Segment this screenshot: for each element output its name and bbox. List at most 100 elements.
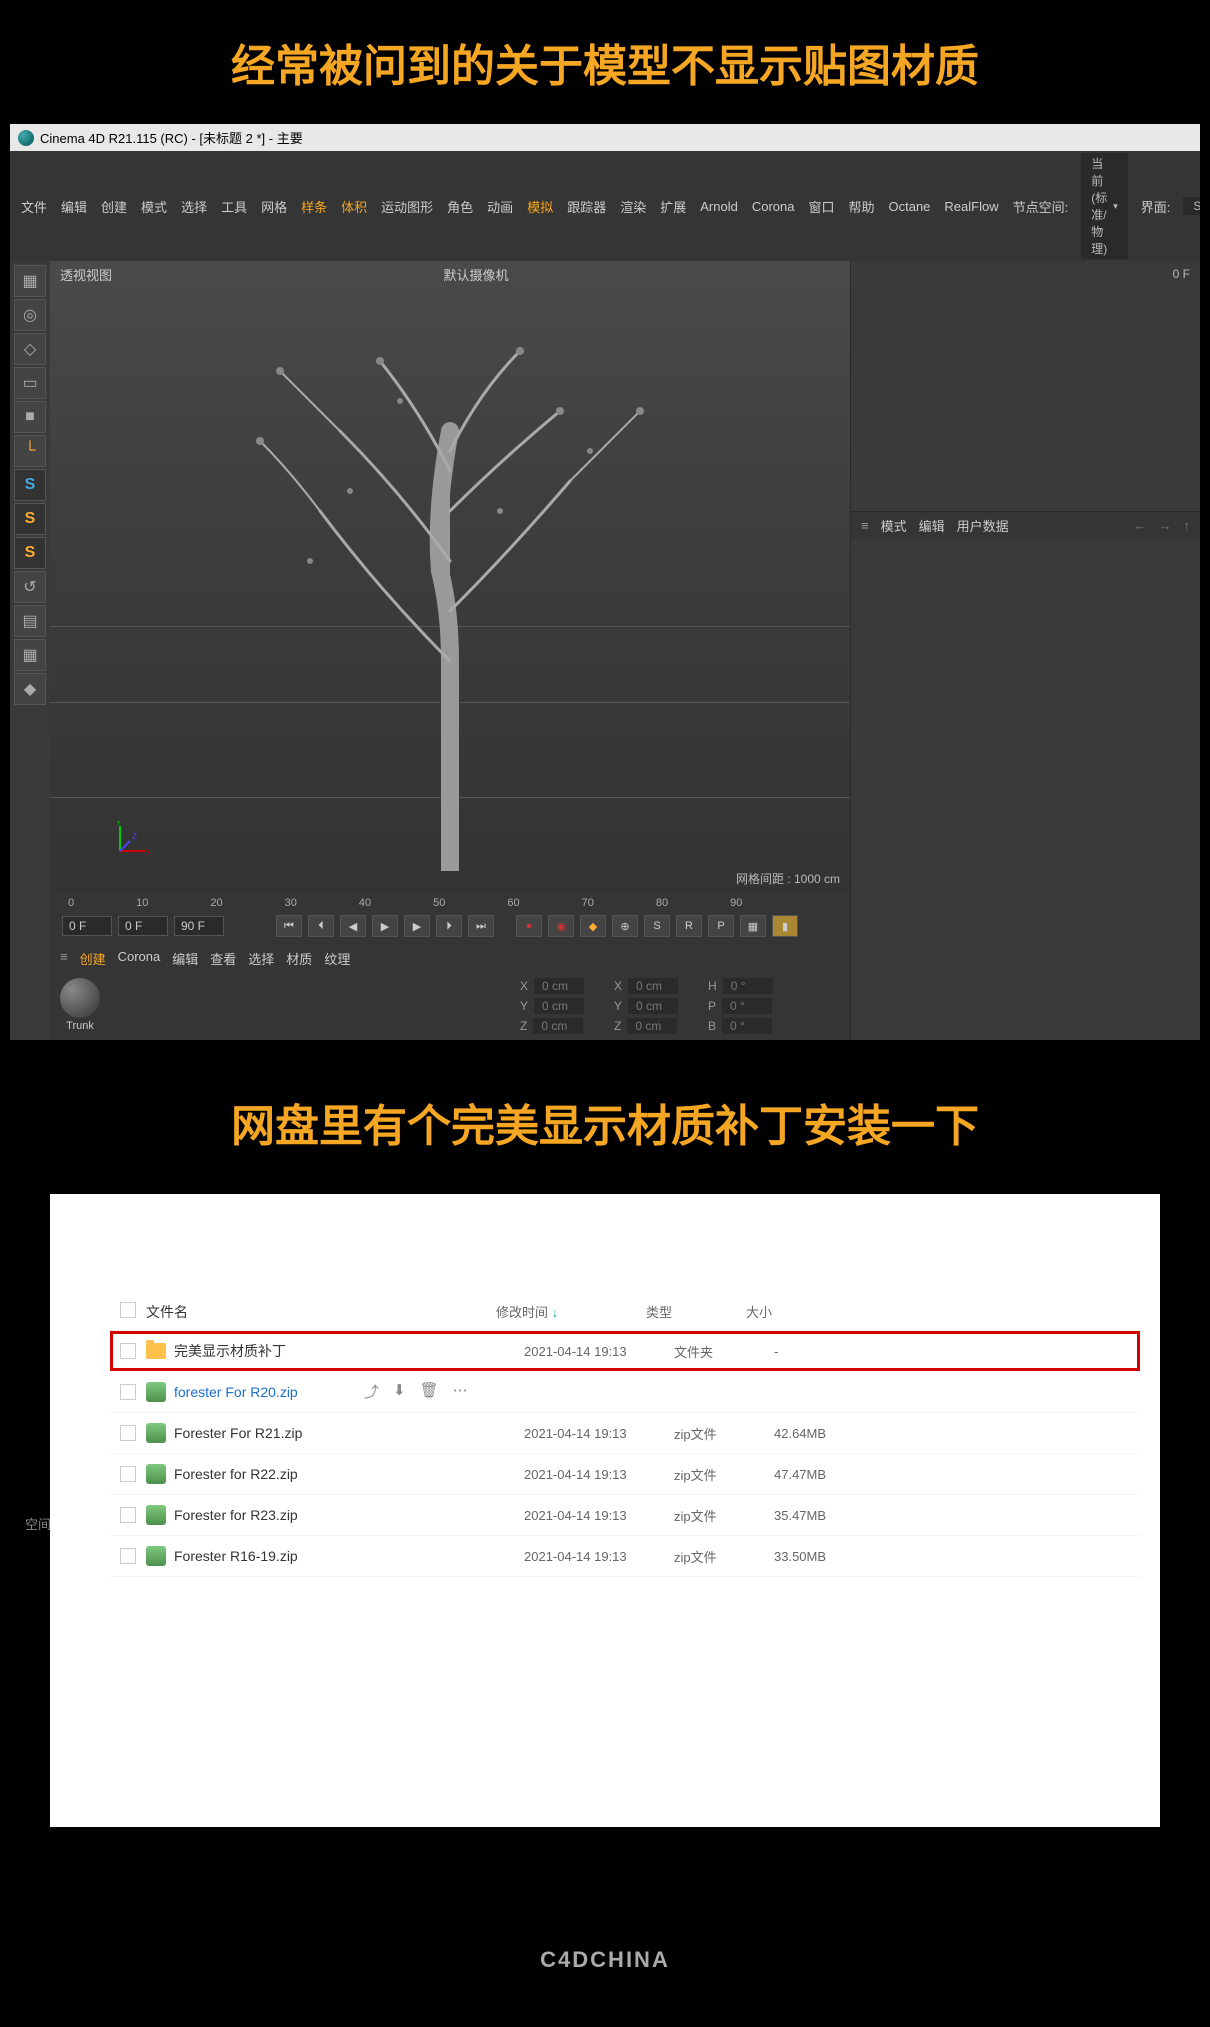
tool-button[interactable]: ▭ — [14, 367, 46, 399]
menu-item[interactable]: Arnold — [693, 196, 745, 217]
nav-fwd-icon[interactable]: → — [1159, 518, 1172, 533]
scale-key-button[interactable]: S — [644, 915, 670, 937]
menu-item[interactable]: 角色 — [440, 194, 480, 219]
matmgr-menu-item[interactable]: 查看 — [210, 949, 236, 968]
material-slot[interactable]: Trunk — [50, 972, 110, 1040]
download-icon[interactable]: ⬇ — [393, 1381, 406, 1402]
nav-back-icon[interactable]: ← — [1134, 518, 1147, 533]
tab-edit[interactable]: 编辑 — [919, 516, 945, 535]
menu-item[interactable]: 工具 — [214, 194, 254, 219]
menu-item[interactable]: 扩展 — [653, 194, 693, 219]
more-icon[interactable]: ⋯ — [453, 1381, 468, 1402]
timeline-ruler[interactable]: 0102030405060708090 — [58, 895, 842, 911]
file-row[interactable]: Forester for R22.zip2021-04-14 19:13zip文… — [110, 1454, 1140, 1495]
menu-item[interactable]: 模拟 — [520, 194, 560, 219]
delete-icon[interactable]: 🗑 — [420, 1381, 439, 1402]
autokey-button[interactable]: ◉ — [548, 915, 574, 937]
record-button[interactable]: ● — [516, 915, 542, 937]
matmgr-menu-item[interactable]: Corona — [118, 949, 161, 968]
coord-input[interactable]: 0 cm — [534, 978, 584, 994]
matmgr-menu-item[interactable]: 编辑 — [172, 949, 198, 968]
coord-input[interactable]: 0 cm — [628, 998, 678, 1014]
interface-dropdown[interactable]: Standard — [1183, 197, 1200, 215]
prev-key-button[interactable]: ⏴ — [308, 915, 334, 937]
tool-button[interactable]: ▦ — [14, 265, 46, 297]
tool-button[interactable]: ◇ — [14, 333, 46, 365]
menu-item[interactable]: 网格 — [254, 194, 294, 219]
tool-button[interactable]: S — [14, 503, 46, 535]
file-checkbox[interactable] — [120, 1548, 136, 1564]
file-row[interactable]: 完美显示材质补丁2021-04-14 19:13文件夹- — [110, 1331, 1140, 1371]
pos-key-button[interactable]: ⊕ — [612, 915, 638, 937]
file-checkbox[interactable] — [120, 1425, 136, 1441]
viewport[interactable]: 透视视图 默认摄像机 — [50, 261, 850, 891]
menu-item[interactable]: 运动图形 — [374, 194, 440, 219]
file-checkbox[interactable] — [120, 1466, 136, 1482]
coord-input[interactable]: 0 ° — [722, 1018, 772, 1034]
file-row[interactable]: Forester For R21.zip2021-04-14 19:13zip文… — [110, 1413, 1140, 1454]
tool-button[interactable]: └ — [14, 435, 46, 467]
next-key-button[interactable]: ⏵ — [436, 915, 462, 937]
goto-start-button[interactable]: ⏮ — [276, 915, 302, 937]
header-size[interactable]: 大小 — [746, 1302, 846, 1322]
fcurve-button[interactable]: ▮ — [772, 915, 798, 937]
prev-frame-button[interactable]: ◀ — [340, 915, 366, 937]
coord-input[interactable]: 0 cm — [533, 1018, 583, 1034]
matmgr-menu-item[interactable]: 创建 — [80, 949, 106, 968]
tab-userdata[interactable]: 用户数据 — [957, 516, 1009, 535]
frame-end-input[interactable] — [174, 916, 224, 936]
matmgr-menu-item[interactable]: 选择 — [248, 949, 274, 968]
coord-input[interactable]: 0 ° — [722, 998, 772, 1014]
frame-cur-input[interactable] — [118, 916, 168, 936]
select-all-checkbox[interactable] — [120, 1302, 136, 1318]
coord-input[interactable]: 0 cm — [534, 998, 584, 1014]
menu-item[interactable]: 帮助 — [841, 194, 881, 219]
file-row[interactable]: Forester for R23.zip2021-04-14 19:13zip文… — [110, 1495, 1140, 1536]
object-manager[interactable]: 0 F — [851, 261, 1200, 511]
tab-mode[interactable]: 模式 — [881, 516, 907, 535]
keyframe-sel-button[interactable]: ◆ — [580, 915, 606, 937]
file-row[interactable]: forester For R20.zip⤴⬇🗑⋯ — [110, 1371, 1140, 1413]
next-frame-button[interactable]: ▶ — [404, 915, 430, 937]
tool-button[interactable]: ◆ — [14, 673, 46, 705]
tool-button[interactable]: S — [14, 537, 46, 569]
menu-item[interactable]: 编辑 — [54, 194, 94, 219]
header-mtime[interactable]: 修改时间 ↓ — [496, 1302, 646, 1322]
matmgr-menu-item[interactable]: 材质 — [286, 949, 312, 968]
tool-button[interactable]: S — [14, 469, 46, 501]
menu-item[interactable]: 文件 — [14, 194, 54, 219]
tool-button[interactable]: ◎ — [14, 299, 46, 331]
tool-button[interactable]: ↺ — [14, 571, 46, 603]
menu-item[interactable]: 动画 — [480, 194, 520, 219]
node-space-dropdown[interactable]: 当前 (标准/物理) — [1081, 153, 1128, 259]
tool-button[interactable]: ▦ — [14, 639, 46, 671]
hamburger-icon[interactable]: ≡ — [60, 949, 68, 968]
header-type[interactable]: 类型 — [646, 1302, 746, 1322]
menu-item[interactable]: 跟踪器 — [560, 194, 613, 219]
share-icon[interactable]: ⤴ — [364, 1381, 379, 1402]
frame-start-input[interactable] — [62, 916, 112, 936]
attribute-manager[interactable] — [851, 539, 1200, 1040]
menu-item[interactable]: Corona — [745, 196, 802, 217]
file-checkbox[interactable] — [120, 1384, 136, 1400]
coord-input[interactable]: 0 cm — [627, 1018, 677, 1034]
tool-button[interactable]: ■ — [14, 401, 46, 433]
dopesheet-button[interactable]: ▦ — [740, 915, 766, 937]
menu-item[interactable]: 模式 — [134, 194, 174, 219]
hamburger-icon[interactable]: ≡ — [861, 518, 869, 533]
coord-input[interactable]: 0 cm — [628, 978, 678, 994]
menu-item[interactable]: Octane — [882, 196, 938, 217]
menu-item[interactable]: 样条 — [294, 194, 334, 219]
menu-item[interactable]: RealFlow — [937, 196, 1005, 217]
nav-up-icon[interactable]: ↑ — [1184, 518, 1191, 533]
file-row[interactable]: Forester R16-19.zip2021-04-14 19:13zip文件… — [110, 1536, 1140, 1577]
header-name[interactable]: 文件名 — [146, 1302, 496, 1322]
menu-item[interactable]: 选择 — [174, 194, 214, 219]
tool-button[interactable]: ▤ — [14, 605, 46, 637]
goto-end-button[interactable]: ⏭ — [468, 915, 494, 937]
play-button[interactable]: ▶ — [372, 915, 398, 937]
menu-item[interactable]: 创建 — [94, 194, 134, 219]
matmgr-menu-item[interactable]: 纹理 — [324, 949, 350, 968]
param-key-button[interactable]: P — [708, 915, 734, 937]
menu-item[interactable]: 体积 — [334, 194, 374, 219]
